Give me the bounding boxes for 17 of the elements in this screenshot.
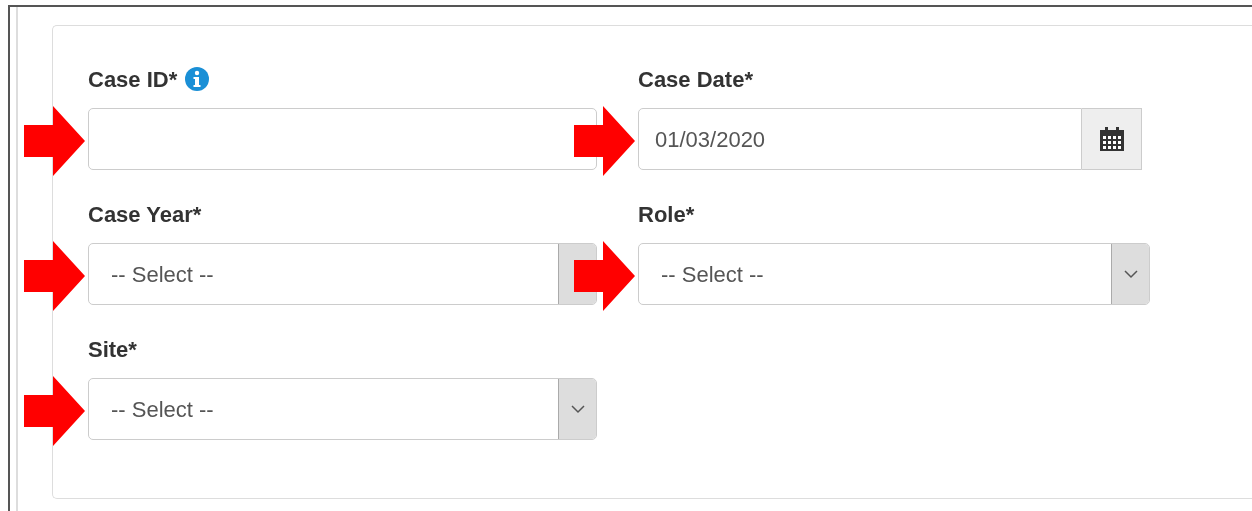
field-label: Site* [88, 335, 137, 364]
select-dropdown[interactable]: -- Select -- [88, 243, 597, 305]
field-label: Case Date* [638, 65, 753, 94]
date-field[interactable]: 01/03/2020 [638, 108, 1082, 170]
field-label: Role* [638, 200, 695, 229]
select-dropdown[interactable]: -- Select -- [88, 378, 597, 440]
calendar-icon [1098, 126, 1125, 152]
calendar-button[interactable] [1082, 108, 1142, 170]
chevron-down-icon [570, 404, 585, 414]
field-label: Case ID* [88, 65, 178, 94]
chevron-down-icon [1123, 269, 1138, 279]
input-field[interactable] [88, 108, 597, 170]
select-dropdown[interactable]: -- Select -- [638, 243, 1150, 305]
info-icon[interactable] [185, 67, 210, 91]
field-label: Case Year* [88, 200, 202, 229]
dropdown-toggle[interactable] [1111, 244, 1149, 304]
dropdown-toggle[interactable] [558, 379, 596, 439]
